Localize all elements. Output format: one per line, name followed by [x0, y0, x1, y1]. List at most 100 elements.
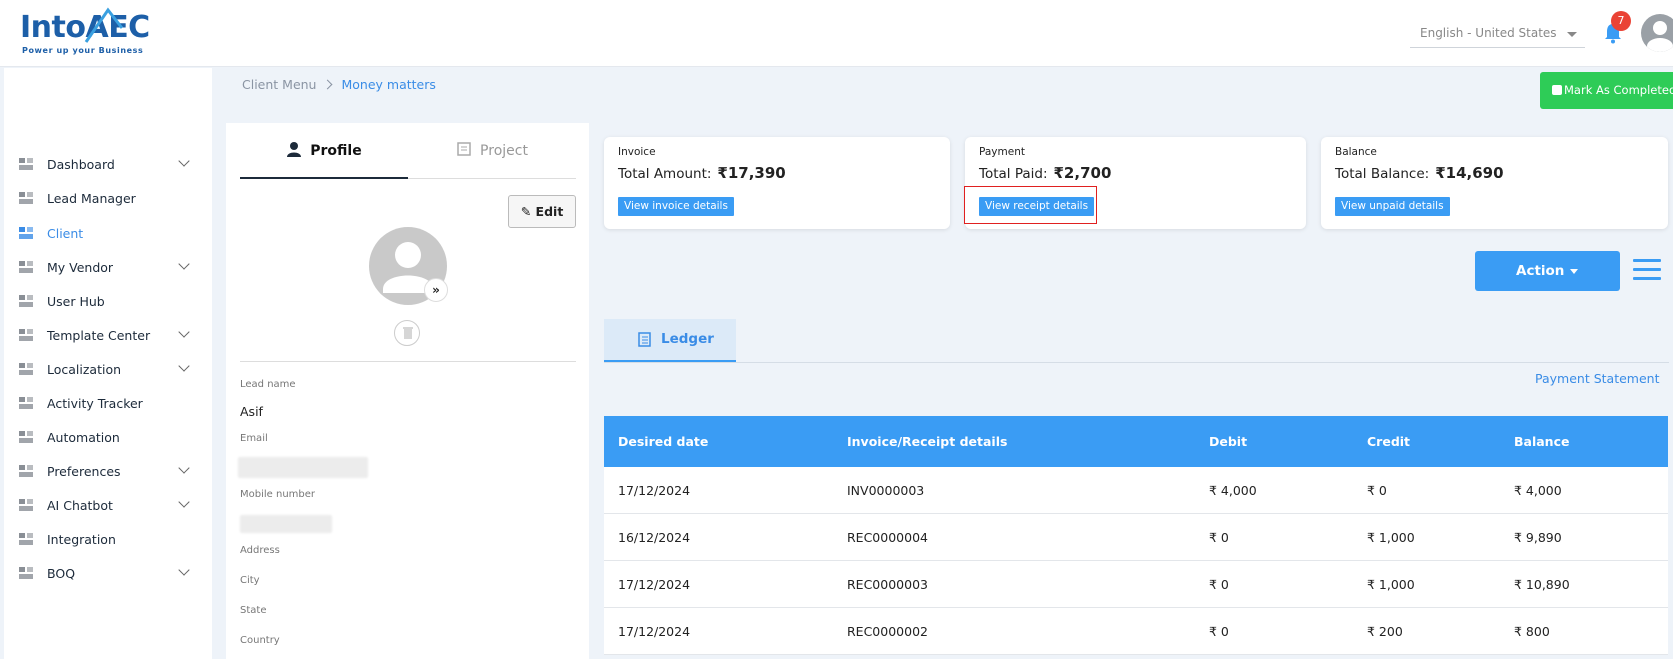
email-value-redacted: [238, 457, 368, 478]
table-row[interactable]: 17/12/2024 REC0000003 ₹ 0 ₹ 1,000 ₹ 10,890: [604, 561, 1668, 608]
table-cell: 17/12/2024: [618, 482, 691, 498]
table-cell: 17/12/2024: [618, 576, 691, 592]
table-cell: ₹ 200: [1367, 623, 1403, 639]
payment-amount-label: Total Paid:: [979, 166, 1048, 182]
sidebar-item-preferences[interactable]: Preferences: [4, 454, 212, 488]
table-row[interactable]: 17/12/2024 REC0000002 ₹ 0 ₹ 200 ₹ 800: [604, 608, 1668, 655]
sidebar-item-label: AI Chatbot: [47, 497, 113, 513]
ledger-icon: [638, 332, 651, 347]
table-cell: ₹ 800: [1514, 623, 1550, 639]
language-select[interactable]: English - United States: [1410, 18, 1585, 48]
edit-button[interactable]: ✎ Edit: [508, 195, 576, 228]
balance-heading: Balance: [1335, 146, 1377, 158]
action-label: Action: [1516, 263, 1565, 279]
sidebar-item-activity-tracker[interactable]: Activity Tracker: [4, 386, 212, 420]
chevron-right-icon: [323, 79, 333, 90]
view-invoice-details-button[interactable]: View invoice details: [618, 197, 734, 216]
invoice-card: Invoice Total Amount: ₹17,390 View invoic…: [604, 137, 950, 229]
sidebar-item-label: Integration: [47, 531, 116, 547]
table-cell: INV0000003: [847, 482, 925, 498]
column-header[interactable]: Desired date: [618, 416, 708, 467]
sidebar-item-ai-chatbot[interactable]: AI Chatbot: [4, 488, 212, 522]
payment-statement-link[interactable]: Payment Statement: [1535, 371, 1659, 386]
invoice-amount-label: Total Amount:: [618, 166, 712, 182]
sidebar-item-label: Template Center: [47, 327, 151, 343]
sidebar-item-label: BOQ: [47, 565, 76, 581]
sidebar-item-integration[interactable]: Integration: [4, 522, 212, 556]
table-cell: ₹ 4,000: [1209, 482, 1257, 498]
person-icon: [287, 142, 302, 157]
tab-ledger[interactable]: Ledger: [604, 319, 736, 362]
sidebar-item-boq[interactable]: BOQ: [4, 556, 212, 590]
sidebar-item-label: Automation: [47, 429, 120, 445]
lead-icon: [19, 192, 33, 204]
sidebar-item-user-hub[interactable]: User Hub: [4, 284, 212, 318]
table-cell: ₹ 9,890: [1514, 529, 1562, 545]
column-header[interactable]: Debit: [1209, 416, 1247, 467]
breadcrumb-parent[interactable]: Client Menu: [242, 77, 316, 92]
table-row[interactable]: 17/12/2024 INV0000003 ₹ 4,000 ₹ 0 ₹ 4,000: [604, 467, 1668, 514]
invoice-heading: Invoice: [618, 146, 656, 158]
state-label: State: [240, 605, 267, 616]
sidebar-item-localization[interactable]: Localization: [4, 352, 212, 386]
column-header[interactable]: Credit: [1367, 416, 1410, 467]
edit-label: Edit: [535, 204, 564, 219]
sidebar-item-my-vendor[interactable]: My Vendor: [4, 250, 212, 284]
column-header[interactable]: Balance: [1514, 416, 1569, 467]
logo-mark-icon: [84, 7, 124, 43]
pencil-icon: ✎: [520, 204, 532, 219]
column-header[interactable]: Invoice/Receipt details: [847, 416, 1007, 467]
menu-icon[interactable]: [1633, 259, 1661, 283]
user-icon: [19, 295, 33, 307]
mobile-label: Mobile number: [240, 489, 316, 500]
chevron-down-icon: [178, 360, 190, 372]
tab-underline: [604, 362, 1669, 363]
table-cell: ₹ 0: [1367, 482, 1387, 498]
sidebar-item-template-center[interactable]: Template Center: [4, 318, 212, 352]
chevron-down-icon: [178, 496, 190, 508]
mark-as-completed-button[interactable]: Mark As Completed: [1540, 72, 1673, 109]
double-chevron-right-icon[interactable]: »: [424, 278, 448, 302]
tab-profile-label: Profile: [310, 143, 362, 159]
view-unpaid-details-button[interactable]: View unpaid details: [1335, 197, 1450, 216]
table-row[interactable]: 16/12/2024 REC0000004 ₹ 0 ₹ 1,000 ₹ 9,890: [604, 514, 1668, 561]
caret-down-icon: [1570, 269, 1578, 274]
sidebar-item-label: Lead Manager: [47, 190, 136, 206]
action-dropdown-button[interactable]: Action: [1475, 251, 1620, 291]
client-icon: [19, 227, 33, 239]
balance-total: Total Balance: ₹14,690: [1335, 164, 1504, 182]
preferences-icon: [19, 465, 33, 477]
profile-panel: Profile Project ✎ Edit » Lead name Asif …: [226, 123, 589, 659]
invoice-total: Total Amount: ₹17,390: [618, 164, 786, 182]
tab-profile[interactable]: Profile: [240, 123, 408, 179]
sidebar-item-automation[interactable]: Automation: [4, 420, 212, 454]
table-cell: ₹ 1,000: [1367, 529, 1415, 545]
table-cell: ₹ 0: [1209, 623, 1229, 639]
trash-icon: [403, 327, 413, 339]
breadcrumb-current: Money matters: [341, 77, 436, 92]
table-cell: 16/12/2024: [618, 529, 691, 545]
automation-icon: [19, 431, 33, 443]
chevron-down-icon: [178, 258, 190, 270]
mobile-value-redacted: [240, 515, 332, 533]
table-cell: ₹ 1,000: [1367, 576, 1415, 592]
app-logo[interactable]: IntoAEC Power up your Business: [20, 6, 170, 58]
delete-photo-button[interactable]: [394, 320, 420, 346]
sidebar-item-client[interactable]: Client: [4, 216, 212, 250]
sidebar-item-label: Client: [47, 225, 84, 241]
ledger-label: Ledger: [661, 331, 714, 347]
payment-amount: ₹2,700: [1053, 164, 1112, 182]
table-cell: ₹ 10,890: [1514, 576, 1570, 592]
table-cell: REC0000003: [847, 576, 928, 592]
user-avatar[interactable]: [1641, 14, 1673, 52]
email-label: Email: [240, 433, 268, 444]
balance-amount-label: Total Balance:: [1335, 166, 1430, 182]
sidebar-item-lead-manager[interactable]: Lead Manager: [4, 181, 212, 215]
invoice-amount: ₹17,390: [717, 164, 786, 182]
lead-name-label: Lead name: [240, 379, 296, 390]
divider: [240, 361, 576, 362]
tab-project[interactable]: Project: [408, 123, 576, 179]
sidebar-item-dashboard[interactable]: Dashboard: [4, 147, 212, 181]
chevron-down-icon: [1567, 32, 1577, 37]
sidebar-item-label: Localization: [47, 361, 122, 377]
